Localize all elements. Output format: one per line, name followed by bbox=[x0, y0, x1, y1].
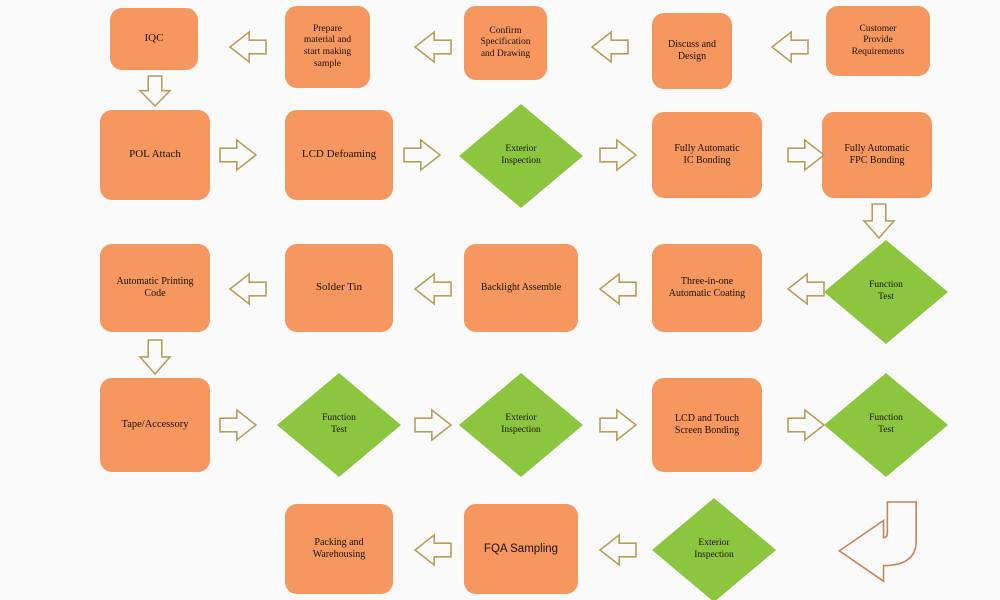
node-label: Function Test bbox=[322, 413, 356, 435]
node-label: Three-in-one Automatic Coating bbox=[668, 275, 746, 299]
node-prepare_material_and_start_making_sample[interactable]: Prepare material and start making sample bbox=[285, 6, 370, 88]
arrow-down-icon bbox=[138, 74, 172, 108]
node-packing_and_warehousing[interactable]: Packing and Warehousing bbox=[285, 504, 393, 594]
node-label: Prepare material and start making sample bbox=[303, 23, 352, 69]
arrow-left-icon bbox=[413, 30, 453, 64]
arrow-left-icon bbox=[228, 272, 268, 306]
arrow-down-icon bbox=[862, 202, 896, 240]
node-iqc[interactable]: IQC bbox=[110, 8, 198, 70]
node-exterior_inspection_row4[interactable]: Exterior Inspection bbox=[459, 373, 583, 477]
node-label: Function Test bbox=[869, 280, 903, 302]
node-label: Confirm Specification and Drawing bbox=[480, 25, 531, 59]
arrow-down-icon bbox=[138, 338, 172, 376]
arrow-right-icon bbox=[598, 408, 638, 442]
node-automatic_printing_code[interactable]: Automatic Printing Code bbox=[100, 244, 210, 332]
node-backlight_assemble[interactable]: Backlight Assemble bbox=[464, 244, 578, 332]
node-customer_provide_requirements[interactable]: Customer Provide Requirements bbox=[826, 6, 930, 76]
node-fqa_sampling[interactable]: FQA Sampling bbox=[464, 504, 578, 594]
arrow-left-icon bbox=[786, 272, 826, 306]
node-function_test_row4_a[interactable]: Function Test bbox=[277, 373, 401, 477]
arrow-left-icon bbox=[598, 533, 638, 567]
arrow-left-icon bbox=[770, 30, 810, 64]
arrow-right-icon bbox=[413, 408, 453, 442]
node-exterior_inspection_row5[interactable]: Exterior Inspection bbox=[652, 498, 776, 600]
node-label: Function Test bbox=[869, 413, 903, 435]
node-exterior_inspection_row2[interactable]: Exterior Inspection bbox=[459, 104, 583, 208]
arrow-right-icon bbox=[786, 408, 826, 442]
node-pol_attach[interactable]: POL Attach bbox=[100, 110, 210, 200]
node-function_test_row4_b[interactable]: Function Test bbox=[824, 373, 948, 477]
arrow-left-icon bbox=[228, 30, 268, 64]
arrow-right-icon bbox=[402, 138, 442, 172]
node-discuss_and_design[interactable]: Discuss and Design bbox=[652, 13, 732, 89]
node-label: Packing and Warehousing bbox=[312, 536, 366, 560]
node-label: Automatic Printing Code bbox=[116, 275, 194, 299]
arrow-right-icon bbox=[218, 138, 258, 172]
node-label: Solder Tin bbox=[315, 281, 363, 294]
arrow-right-icon bbox=[786, 138, 826, 172]
node-label: Customer Provide Requirements bbox=[851, 23, 905, 57]
arrow-elbow-down-left-icon bbox=[824, 500, 920, 583]
node-label: Backlight Assemble bbox=[480, 281, 562, 293]
node-label: Fully Automatic FPC Bonding bbox=[844, 142, 910, 166]
node-label: FQA Sampling bbox=[483, 542, 559, 555]
node-label: Discuss and Design bbox=[667, 38, 717, 62]
node-lcd_and_touch_screen_bonding[interactable]: LCD and Touch Screen Bonding bbox=[652, 378, 762, 472]
arrow-left-icon bbox=[413, 272, 453, 306]
node-label: POL Attach bbox=[129, 148, 181, 161]
node-label: Tape/Accessory bbox=[121, 418, 189, 430]
node-label: Exterior Inspection bbox=[501, 413, 541, 435]
node-label: Exterior Inspection bbox=[501, 144, 541, 166]
node-solder_tin[interactable]: Solder Tin bbox=[285, 244, 393, 332]
arrow-right-icon bbox=[598, 138, 638, 172]
node-three_in_one_automatic_coating[interactable]: Three-in-one Automatic Coating bbox=[652, 244, 762, 332]
arrow-right-icon bbox=[218, 408, 258, 442]
node-label: Fully Automatic IC Bonding bbox=[674, 142, 740, 166]
node-lcd_defoaming[interactable]: LCD Defoaming bbox=[285, 110, 393, 200]
node-fully_automatic_fpc_bonding[interactable]: Fully Automatic FPC Bonding bbox=[822, 112, 932, 198]
arrow-left-icon bbox=[598, 272, 638, 306]
node-tape_accessory[interactable]: Tape/Accessory bbox=[100, 378, 210, 472]
node-label: LCD and Touch Screen Bonding bbox=[674, 412, 740, 436]
node-label: LCD Defoaming bbox=[301, 148, 377, 161]
node-confirm_specification_and_drawing[interactable]: Confirm Specification and Drawing bbox=[464, 6, 547, 80]
node-label: IQC bbox=[144, 32, 164, 45]
flowchart-canvas: Customer Provide Requirements Discuss and… bbox=[0, 0, 1000, 600]
node-function_test_row3[interactable]: Function Test bbox=[824, 240, 948, 344]
node-fully_automatic_ic_bonding[interactable]: Fully Automatic IC Bonding bbox=[652, 112, 762, 198]
arrow-left-icon bbox=[413, 533, 453, 567]
node-label: Exterior Inspection bbox=[694, 538, 734, 560]
arrow-left-icon bbox=[590, 30, 630, 64]
